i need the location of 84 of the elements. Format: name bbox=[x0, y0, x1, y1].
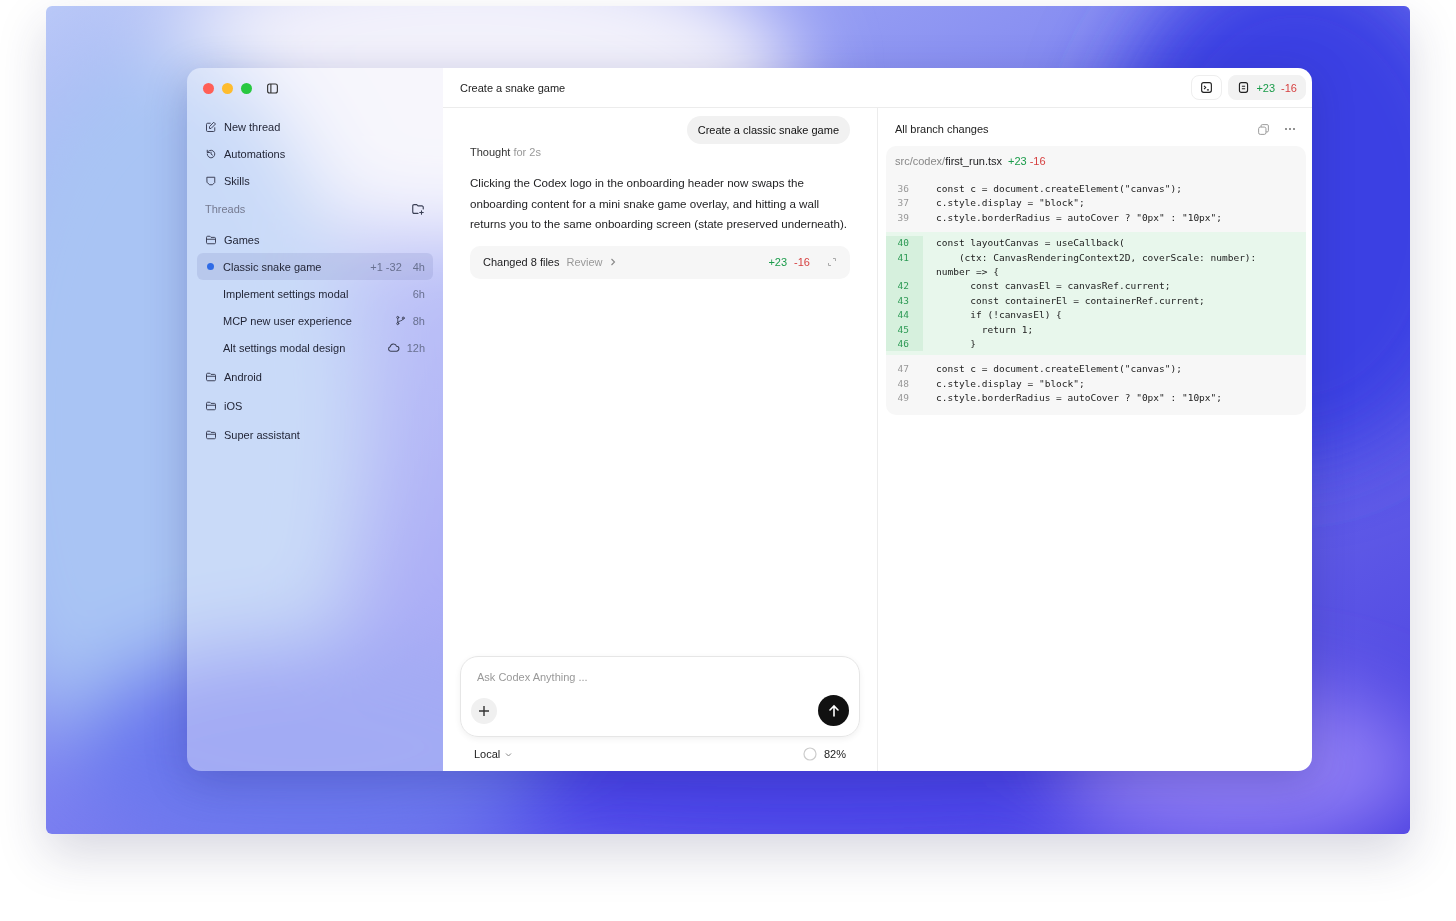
line-number: 37 bbox=[896, 196, 910, 211]
line-number: 36 bbox=[896, 182, 910, 196]
code-line: c.style.display = "block"; bbox=[935, 376, 1085, 391]
panel-title: All branch changes bbox=[895, 123, 990, 135]
diff-button[interactable]: +23 -16 bbox=[1228, 75, 1306, 100]
copy-icon[interactable] bbox=[1257, 122, 1270, 136]
user-message: Create a classic snake game bbox=[686, 116, 850, 144]
code-line: return 1; bbox=[980, 322, 1034, 337]
nav-item[interactable]: Automations bbox=[197, 140, 433, 167]
window-title: Create a snake game bbox=[460, 81, 567, 94]
thread-age: 6h bbox=[412, 287, 425, 300]
expand-icon[interactable] bbox=[827, 257, 837, 267]
nav-item[interactable]: Skills bbox=[197, 167, 433, 194]
removed-count: -16 bbox=[794, 256, 810, 268]
file-path: src/codex/first_run.tsx bbox=[895, 155, 1002, 167]
thread-item[interactable]: Classic snake game +1 -32 4h bbox=[197, 253, 433, 280]
code-line: const containerEl = containerRef.current; bbox=[969, 293, 1205, 308]
badge-icon bbox=[205, 174, 217, 187]
removed-count: -16 bbox=[1029, 155, 1046, 167]
terminal-button[interactable] bbox=[1191, 75, 1223, 100]
thread-item[interactable]: Implement settings modal 6h bbox=[197, 280, 433, 307]
document-icon bbox=[1237, 81, 1251, 94]
line-number: 42 bbox=[886, 279, 923, 294]
thread-title: Alt settings modal design bbox=[223, 341, 347, 354]
code-line: c.style.display = "block"; bbox=[935, 196, 1085, 211]
line-number: 48 bbox=[896, 376, 910, 391]
more-icon[interactable] bbox=[1284, 127, 1296, 131]
thread-age: 12h bbox=[406, 341, 425, 354]
line-number: 47 bbox=[896, 362, 910, 377]
code-line: const c = document.createElement("canvas"); bbox=[935, 182, 1182, 196]
project-item[interactable]: Super assistant bbox=[197, 421, 433, 448]
project-item[interactable]: Games bbox=[197, 226, 433, 253]
close-button[interactable] bbox=[203, 83, 214, 94]
project-item[interactable]: iOS bbox=[197, 392, 433, 419]
folder-icon bbox=[205, 399, 217, 412]
code-line: const c = document.createElement("canvas"); bbox=[935, 362, 1182, 377]
edit-icon bbox=[205, 120, 217, 133]
code-line: (ctx: CanvasRenderingContext2D, coverScale: number): bbox=[957, 250, 1257, 265]
thread-item[interactable]: MCP new user experience 8h bbox=[197, 307, 433, 334]
cloud-icon bbox=[386, 341, 400, 354]
zoom-button[interactable] bbox=[241, 83, 252, 94]
section-heading: Threads bbox=[205, 203, 246, 215]
add-button[interactable] bbox=[471, 697, 497, 724]
line-number: 49 bbox=[896, 391, 910, 406]
change-count: +1 -32 bbox=[370, 260, 402, 273]
mode-dropdown[interactable]: Local bbox=[474, 748, 514, 760]
thought-label: Thought for 2s bbox=[470, 146, 542, 158]
new-folder-icon bbox=[411, 202, 425, 216]
code-line: if (!canvasEl) { bbox=[969, 308, 1062, 323]
line-number: 40 bbox=[886, 236, 923, 251]
line-number: 46 bbox=[886, 337, 923, 352]
context-ring-icon bbox=[802, 747, 817, 761]
thread-age: 4h bbox=[412, 260, 425, 273]
context-usage: 82% bbox=[823, 748, 846, 760]
line-number: 44 bbox=[886, 308, 923, 323]
added-count: +23 bbox=[1008, 155, 1027, 167]
thread-item[interactable]: Alt settings modal design 12h bbox=[197, 334, 433, 361]
terminal-icon bbox=[1200, 81, 1214, 94]
assistant-message: Clicking the Codex logo in the onboarding header now swaps the onboarding content for a mini snake game overlay, and hitting a wall returns you to the same onboarding screen (state preserved underneath). bbox=[470, 175, 849, 232]
code-line: } bbox=[969, 337, 977, 352]
thread-title: Implement settings modal bbox=[223, 287, 350, 300]
nav-item[interactable]: New thread bbox=[197, 113, 433, 140]
project-item[interactable]: Android bbox=[197, 363, 433, 390]
history-icon bbox=[205, 147, 217, 160]
arrow-up-icon bbox=[826, 703, 841, 718]
folder-icon bbox=[205, 428, 217, 441]
code-line: const canvasEl = canvasRef.current; bbox=[969, 279, 1171, 294]
code-line: c.style.borderRadius = autoCover ? "0px" : "10px"; bbox=[935, 391, 1222, 406]
sidebar-toggle-icon[interactable] bbox=[266, 82, 279, 95]
folder-icon bbox=[205, 370, 217, 383]
changes-label: Changed 8 files bbox=[483, 256, 560, 268]
folder-icon bbox=[205, 233, 217, 246]
code-line: c.style.borderRadius = autoCover ? "0px" : "10px"; bbox=[935, 210, 1222, 225]
line-number: 39 bbox=[896, 210, 910, 225]
code-line: number => { bbox=[935, 265, 999, 280]
added-count: +23 bbox=[768, 256, 788, 268]
code-line: const layoutCanvas = useCallback( bbox=[935, 236, 1125, 251]
send-button[interactable] bbox=[818, 695, 849, 726]
thread-title: Classic snake game bbox=[223, 260, 323, 273]
thread-title: MCP new user experience bbox=[223, 314, 353, 327]
plus-icon bbox=[477, 703, 491, 718]
branch-icon bbox=[394, 315, 406, 326]
chevron-right-icon bbox=[608, 258, 617, 266]
thread-age: 8h bbox=[412, 314, 425, 327]
